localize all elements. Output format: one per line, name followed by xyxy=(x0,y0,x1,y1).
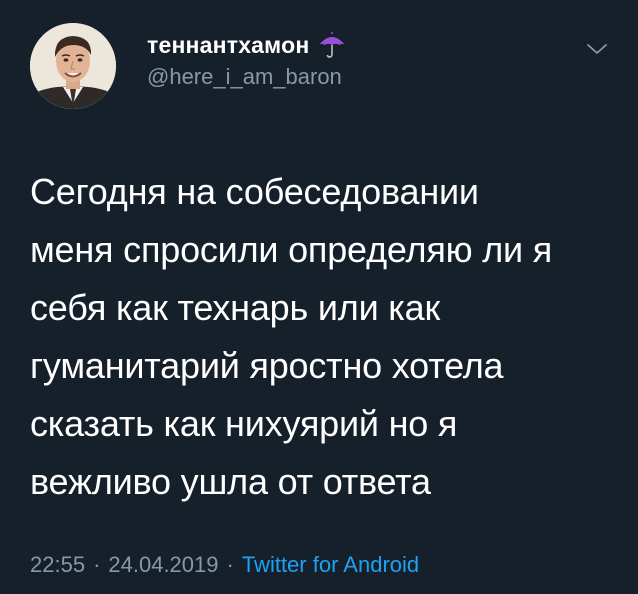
author-name-row[interactable]: теннантхамон xyxy=(147,30,347,60)
tweet-date[interactable]: 24.04.2019 xyxy=(108,552,218,578)
umbrella-icon xyxy=(317,31,347,59)
tweet: теннантхамон @here_i_am_baron Сегодня на… xyxy=(0,0,638,594)
chevron-down-icon[interactable] xyxy=(585,40,609,58)
tweet-meta: 22:55 · 24.04.2019 · Twitter for Android xyxy=(30,552,419,578)
tweet-text: Сегодня на собеседовании меня спросили о… xyxy=(30,171,553,502)
tweet-source-link[interactable]: Twitter for Android xyxy=(242,552,419,578)
meta-separator: · xyxy=(226,552,234,577)
tweet-time[interactable]: 22:55 xyxy=(30,552,85,578)
avatar[interactable] xyxy=(30,23,116,109)
username-handle[interactable]: @here_i_am_baron xyxy=(147,64,342,90)
display-name[interactable]: теннантхамон xyxy=(147,32,309,59)
meta-separator: · xyxy=(93,552,101,577)
